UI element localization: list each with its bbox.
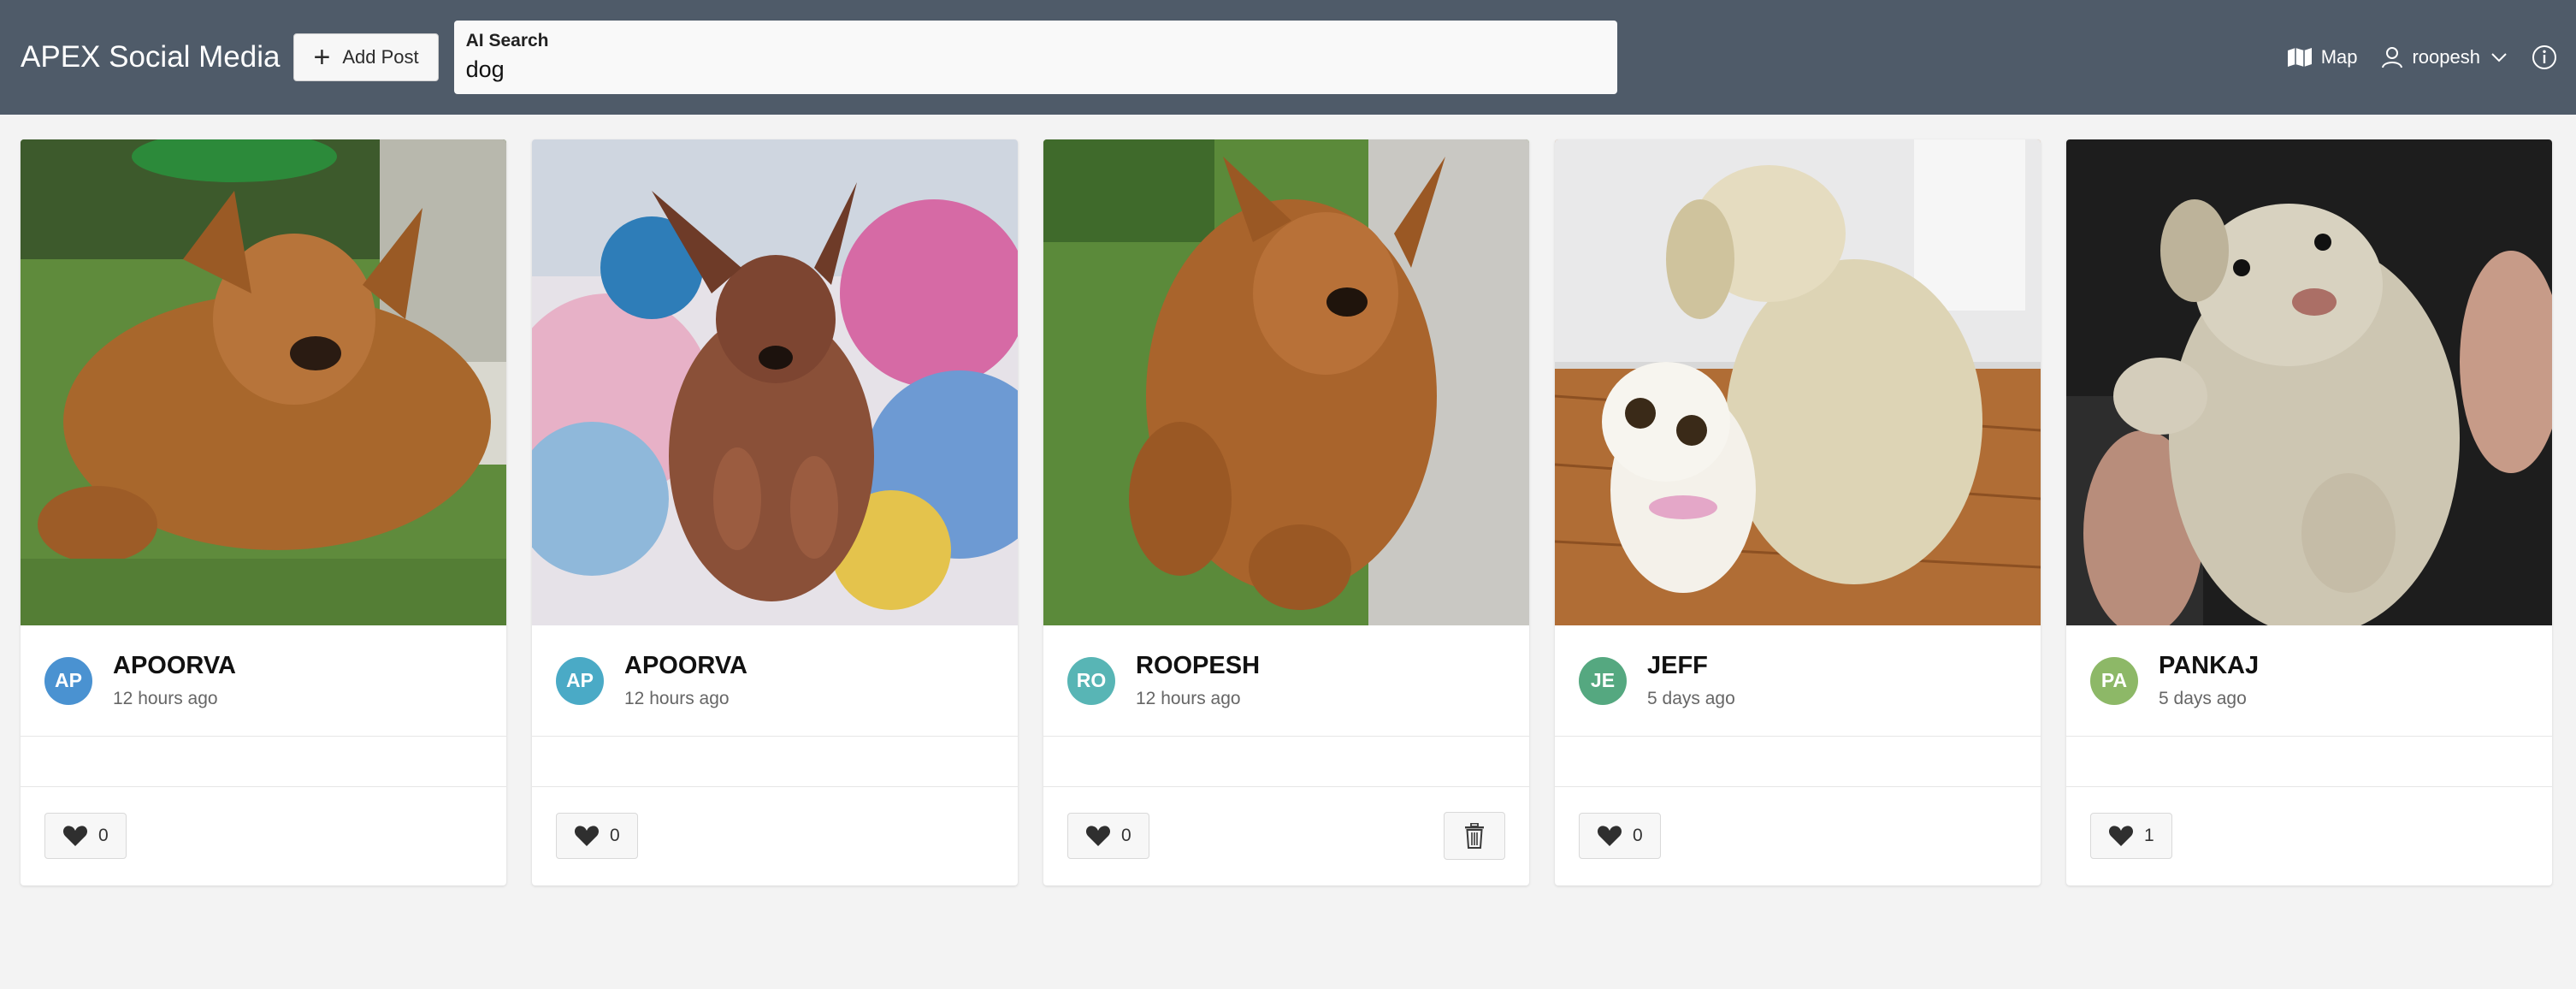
user-icon <box>2382 47 2403 68</box>
post-card: AP APOORVA 12 hours ago 0 <box>21 139 506 885</box>
post-photo[interactable] <box>532 139 1018 625</box>
post-photo[interactable] <box>1555 139 2041 625</box>
post-actions: 0 <box>21 787 506 885</box>
avatar: JE <box>1579 656 1627 705</box>
map-label: Map <box>2320 46 2358 68</box>
post-meta: AP APOORVA 12 hours ago <box>532 625 1018 737</box>
post-actions: 0 <box>1043 787 1529 885</box>
plus-icon: + <box>313 41 331 74</box>
post-card: JE JEFF 5 days ago 0 <box>1555 139 2041 885</box>
puppy-held-in-hand-image <box>2066 139 2552 625</box>
dog-lying-on-grass-image <box>1043 139 1529 625</box>
map-icon <box>2287 48 2312 67</box>
dog-on-floral-pillow-image <box>532 139 1018 625</box>
app-title[interactable]: APEX Social Media <box>21 40 280 74</box>
heart-icon <box>1085 826 1111 846</box>
author-name: APOORVA <box>624 652 747 679</box>
post-time: 12 hours ago <box>624 689 730 708</box>
heart-icon <box>574 826 600 846</box>
post-body <box>2066 737 2552 787</box>
header-actions: Map roopesh <box>2263 0 2557 115</box>
plush-toy-dogs-image <box>1555 139 2041 625</box>
add-post-label: Add Post <box>342 46 419 68</box>
user-menu[interactable]: roopesh <box>2381 46 2508 68</box>
like-button[interactable]: 1 <box>2090 813 2172 859</box>
avatar: AP <box>44 656 92 705</box>
avatar: PA <box>2090 656 2138 705</box>
post-time: 12 hours ago <box>1136 689 1241 708</box>
post-body <box>21 737 506 787</box>
trash-icon <box>1465 823 1484 849</box>
post-meta: PA PANKAJ 5 days ago <box>2066 625 2552 737</box>
post-meta: AP APOORVA 12 hours ago <box>21 625 506 737</box>
post-actions: 1 <box>2066 787 2552 885</box>
post-grid: AP APOORVA 12 hours ago 0 AP APOORVA 12 … <box>0 115 2576 885</box>
post-card: RO ROOPESH 12 hours ago 0 <box>1043 139 1529 885</box>
like-count: 0 <box>98 826 109 845</box>
chevron-down-icon <box>2491 53 2507 62</box>
post-photo[interactable] <box>2066 139 2552 625</box>
post-time: 5 days ago <box>2159 689 2247 708</box>
info-icon <box>2532 45 2556 69</box>
like-count: 1 <box>2144 826 2154 845</box>
heart-icon <box>62 826 88 846</box>
avatar: RO <box>1067 656 1115 705</box>
author-name: JEFF <box>1647 652 1708 679</box>
heart-icon <box>1597 826 1622 846</box>
post-card: PA PANKAJ 5 days ago 1 <box>2066 139 2552 885</box>
post-actions: 0 <box>532 787 1018 885</box>
dog-sunning-on-grass-image <box>21 139 506 625</box>
ai-search-label: AI Search <box>465 31 549 50</box>
ai-search-field[interactable]: AI Search <box>453 21 1617 94</box>
post-photo[interactable] <box>21 139 506 625</box>
user-name: roopesh <box>2412 46 2480 68</box>
post-actions: 0 <box>1555 787 2041 885</box>
heart-icon <box>2108 826 2134 846</box>
author-name: ROOPESH <box>1136 652 1261 679</box>
post-body <box>1043 737 1529 787</box>
post-card: AP APOORVA 12 hours ago 0 <box>532 139 1018 885</box>
ai-search-input[interactable] <box>465 56 1605 83</box>
add-post-button[interactable]: + Add Post <box>293 33 439 81</box>
like-button[interactable]: 0 <box>1579 813 1661 859</box>
post-meta: RO ROOPESH 12 hours ago <box>1043 625 1529 737</box>
author-name: APOORVA <box>113 652 236 679</box>
author-name: PANKAJ <box>2159 652 2260 679</box>
post-photo[interactable] <box>1043 139 1529 625</box>
like-button[interactable]: 0 <box>1067 813 1149 859</box>
like-button[interactable]: 0 <box>44 813 127 859</box>
map-link[interactable]: Map <box>2287 46 2358 68</box>
like-count: 0 <box>610 826 620 845</box>
delete-button[interactable] <box>1444 812 1505 860</box>
like-count: 0 <box>1633 826 1643 845</box>
top-header: APEX Social Media + Add Post AI Search M… <box>0 0 2576 115</box>
post-time: 5 days ago <box>1647 689 1735 708</box>
post-meta: JE JEFF 5 days ago <box>1555 625 2041 737</box>
info-button[interactable] <box>2532 44 2557 70</box>
post-body <box>532 737 1018 787</box>
avatar: AP <box>556 656 604 705</box>
like-count: 0 <box>1121 826 1131 845</box>
like-button[interactable]: 0 <box>556 813 638 859</box>
post-time: 12 hours ago <box>113 689 218 708</box>
post-body <box>1555 737 2041 787</box>
